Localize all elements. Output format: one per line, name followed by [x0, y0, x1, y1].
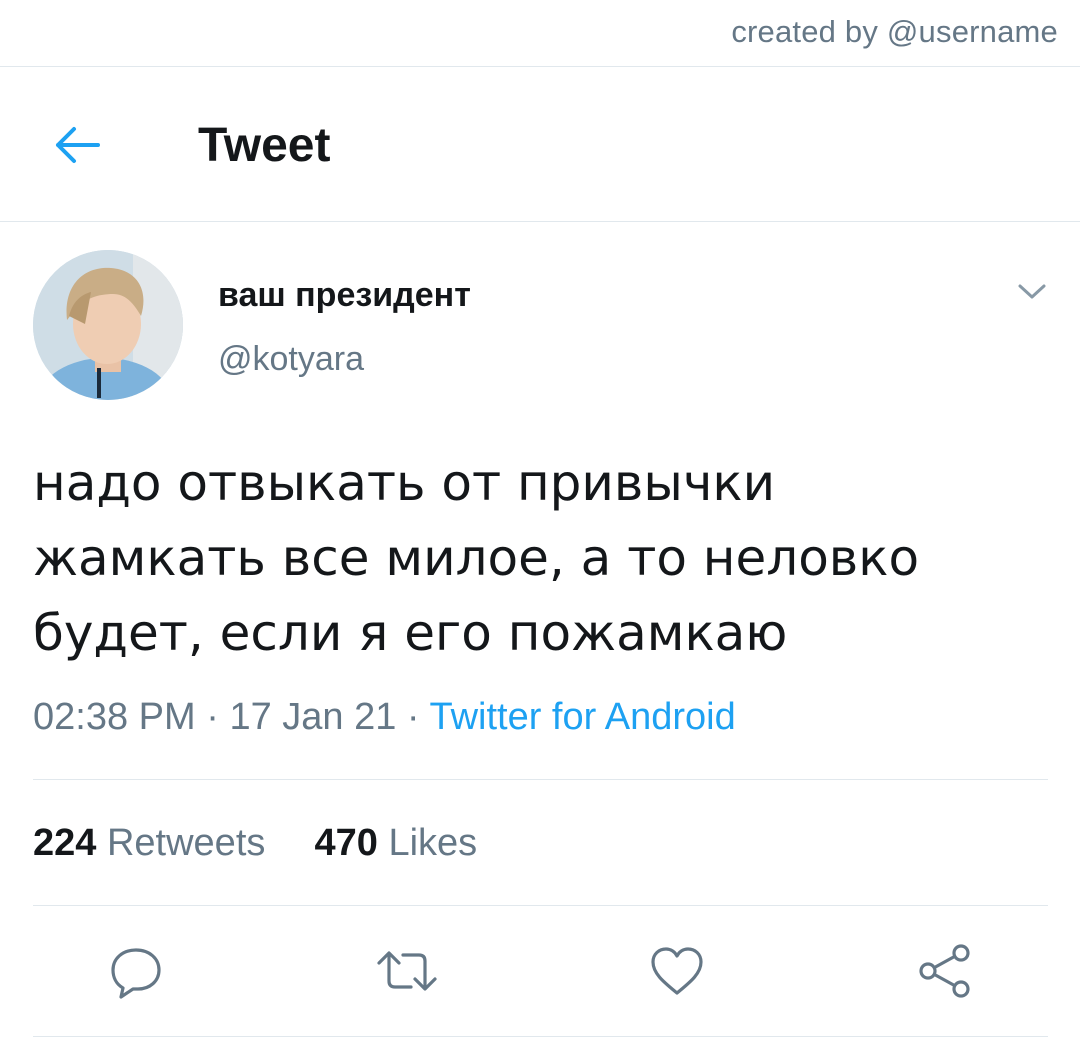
reply-button[interactable] — [103, 938, 169, 1004]
tweet-text-line: будет, если я его пожамкаю — [33, 604, 788, 662]
likes-label: Likes — [388, 822, 478, 864]
retweets-label: Retweets — [106, 822, 266, 864]
heart-icon — [651, 947, 703, 995]
avatar-image — [33, 250, 183, 400]
meta-divider — [33, 779, 1048, 780]
retweet-icon — [377, 951, 437, 991]
display-name[interactable]: ваш президент — [218, 276, 471, 315]
likes-count: 470 — [314, 822, 378, 864]
stats-divider — [33, 905, 1048, 906]
tweet-text-line: надо отвыкать от привычки — [33, 454, 776, 512]
retweet-button[interactable] — [374, 938, 440, 1004]
reply-icon — [111, 948, 161, 999]
tweet-time: 02:38 PM — [33, 696, 196, 738]
tweet-source-link[interactable]: Twitter for Android — [429, 696, 735, 738]
tweet-meta: 02:38 PM · 17 Jan 21 · Twitter for Andro… — [33, 696, 736, 739]
tweet-text-line: жамкать все милое, а то неловко — [33, 529, 920, 587]
retweets-count: 224 — [33, 822, 97, 864]
share-button[interactable] — [912, 938, 978, 1004]
bottom-divider — [33, 1036, 1048, 1037]
meta-separator: · — [406, 696, 420, 738]
header: Tweet — [0, 66, 1080, 221]
user-handle[interactable]: @kotyara — [218, 340, 364, 379]
tweet-stats: 224 Retweets 470 Likes — [33, 822, 477, 865]
more-options-button[interactable] — [1012, 280, 1052, 304]
retweets-stat[interactable]: 224 Retweets — [33, 822, 276, 864]
like-button[interactable] — [644, 938, 710, 1004]
avatar[interactable] — [33, 250, 183, 400]
header-divider — [0, 221, 1080, 222]
chevron-down-icon — [1018, 284, 1046, 299]
share-icon — [919, 944, 970, 998]
back-button[interactable] — [48, 120, 106, 170]
page-title: Tweet — [198, 119, 331, 172]
likes-stat[interactable]: 470 Likes — [315, 822, 478, 864]
meta-separator: · — [206, 696, 219, 738]
tweet-text: надо отвыкать от привычки жамкать все ми… — [33, 446, 1033, 671]
arrow-left-icon — [56, 127, 100, 163]
credit-text: created by @username — [731, 14, 1058, 49]
tweet-date: 17 Jan 21 — [229, 696, 397, 738]
